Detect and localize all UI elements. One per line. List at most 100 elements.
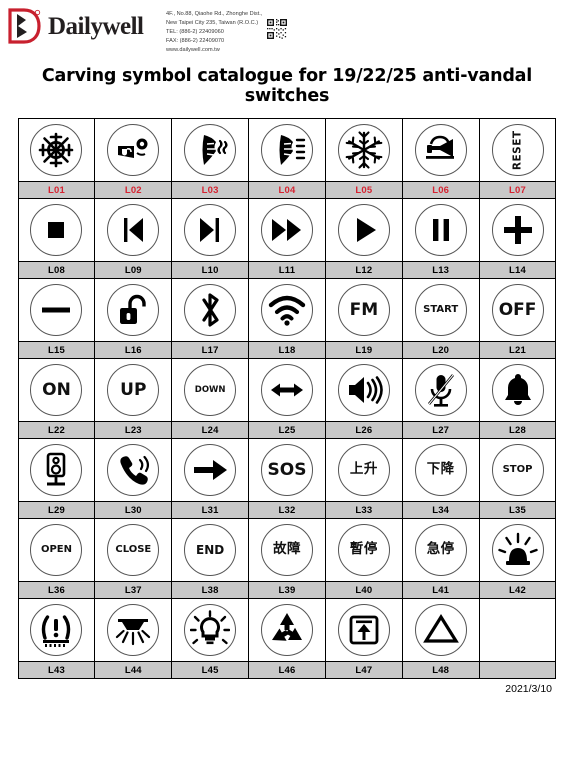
symbol-cell-l19[interactable]: FM bbox=[324, 278, 403, 342]
switch-cap-circle[interactable]: CLOSE bbox=[107, 524, 160, 576]
symbol-cell-l32[interactable]: SOS bbox=[248, 438, 326, 502]
symbol-cell-l18[interactable] bbox=[248, 278, 326, 342]
switch-cap-circle[interactable]: FM bbox=[337, 284, 390, 336]
symbol-cell-l29[interactable] bbox=[17, 438, 96, 502]
switch-cap-circle[interactable] bbox=[337, 124, 390, 176]
symbol-cell-l31[interactable] bbox=[171, 438, 250, 502]
switch-cap-circle[interactable] bbox=[261, 204, 313, 256]
symbol-cell-l28[interactable] bbox=[478, 358, 557, 422]
symbol-cell-l12[interactable] bbox=[324, 198, 403, 262]
switch-cap-circle[interactable] bbox=[184, 204, 237, 256]
open-text-icon: OPEN bbox=[40, 544, 72, 555]
switch-cap-circle[interactable]: RESET bbox=[491, 124, 544, 176]
switch-cap-circle[interactable] bbox=[337, 364, 390, 416]
switch-cap-circle[interactable] bbox=[261, 124, 313, 176]
switch-cap-circle[interactable]: OFF bbox=[491, 284, 544, 336]
switch-cap-circle[interactable]: STOP bbox=[491, 444, 544, 496]
switch-cap-circle[interactable]: ON bbox=[30, 364, 83, 416]
symbol-row bbox=[17, 198, 557, 262]
symbol-cell-l43[interactable] bbox=[17, 598, 96, 662]
switch-cap-circle[interactable] bbox=[30, 284, 83, 336]
symbol-cell-l06[interactable] bbox=[401, 118, 480, 182]
switch-cap-circle[interactable]: 故障 bbox=[261, 524, 313, 576]
ceiling-downlight-icon bbox=[113, 610, 153, 650]
switch-cap-circle[interactable]: OPEN bbox=[30, 524, 83, 576]
symbol-cell-l26[interactable] bbox=[324, 358, 403, 422]
switch-cap-circle[interactable] bbox=[30, 444, 83, 496]
symbol-cell-l23[interactable]: UP bbox=[94, 358, 173, 422]
symbol-cell-l35[interactable]: STOP bbox=[478, 438, 557, 502]
symbol-cell-l02[interactable] bbox=[94, 118, 173, 182]
symbol-cell-l40[interactable]: 暫停 bbox=[324, 518, 403, 582]
switch-cap-circle[interactable]: 上升 bbox=[337, 444, 390, 496]
symbol-cell-l08[interactable] bbox=[17, 198, 96, 262]
switch-cap-circle[interactable] bbox=[184, 444, 237, 496]
switch-cap-circle[interactable] bbox=[491, 524, 544, 576]
switch-cap-circle[interactable]: DOWN bbox=[184, 364, 237, 416]
switch-cap-circle[interactable] bbox=[30, 204, 83, 256]
symbol-cell-l30[interactable] bbox=[94, 438, 173, 502]
symbol-cell-l24[interactable]: DOWN bbox=[171, 358, 250, 422]
symbol-cell-l05[interactable] bbox=[324, 118, 403, 182]
symbol-cell-l36[interactable]: OPEN bbox=[17, 518, 96, 582]
switch-cap-circle[interactable] bbox=[261, 284, 313, 336]
symbol-cell-l09[interactable] bbox=[94, 198, 173, 262]
switch-cap-circle[interactable] bbox=[184, 284, 237, 336]
symbol-cell-l42[interactable] bbox=[478, 518, 557, 582]
symbol-cell-l17[interactable] bbox=[171, 278, 250, 342]
symbol-cell-l04[interactable] bbox=[248, 118, 326, 182]
switch-cap-circle[interactable] bbox=[261, 364, 313, 416]
switch-cap-circle[interactable] bbox=[107, 204, 160, 256]
switch-cap-circle[interactable] bbox=[414, 124, 467, 176]
symbol-cell-l20[interactable]: START bbox=[401, 278, 480, 342]
switch-cap-circle[interactable] bbox=[107, 124, 160, 176]
symbol-cell-l41[interactable]: 急停 bbox=[401, 518, 480, 582]
symbol-cell-l07[interactable]: RESET bbox=[478, 118, 557, 182]
symbol-cell-l03[interactable] bbox=[171, 118, 250, 182]
switch-cap-circle[interactable]: 下降 bbox=[414, 444, 467, 496]
symbol-cell-l39[interactable]: 故障 bbox=[248, 518, 326, 582]
switch-cap-circle[interactable] bbox=[184, 604, 237, 656]
symbol-cell-l22[interactable]: ON bbox=[17, 358, 96, 422]
symbol-cell-l13[interactable] bbox=[401, 198, 480, 262]
switch-cap-circle[interactable]: UP bbox=[107, 364, 160, 416]
switch-cap-circle[interactable] bbox=[337, 604, 390, 656]
switch-cap-circle[interactable] bbox=[261, 604, 313, 656]
symbol-cell-l01[interactable] bbox=[17, 118, 96, 182]
switch-cap-circle[interactable] bbox=[30, 604, 83, 656]
switch-cap-circle[interactable] bbox=[107, 284, 160, 336]
symbol-cell-l14[interactable] bbox=[478, 198, 557, 262]
switch-cap-circle[interactable]: 急停 bbox=[414, 524, 467, 576]
symbol-cell-l16[interactable] bbox=[94, 278, 173, 342]
switch-cap-circle[interactable] bbox=[30, 124, 83, 176]
switch-cap-circle[interactable] bbox=[491, 364, 544, 416]
switch-cap-circle[interactable]: START bbox=[414, 284, 467, 336]
switch-cap-circle[interactable] bbox=[337, 204, 390, 256]
switch-cap-circle[interactable]: 暫停 bbox=[337, 524, 390, 576]
switch-cap-circle[interactable] bbox=[414, 364, 467, 416]
symbol-cell-l45[interactable] bbox=[171, 598, 250, 662]
switch-cap-circle[interactable] bbox=[107, 444, 160, 496]
symbol-cell-l11[interactable] bbox=[248, 198, 326, 262]
symbol-cell-l21[interactable]: OFF bbox=[478, 278, 557, 342]
symbol-cell-l48[interactable] bbox=[401, 598, 480, 662]
switch-cap-circle[interactable] bbox=[414, 604, 467, 656]
symbol-cell-l46[interactable] bbox=[248, 598, 326, 662]
symbol-cell-l25[interactable] bbox=[248, 358, 326, 422]
symbol-cell-l44[interactable] bbox=[94, 598, 173, 662]
switch-cap-circle[interactable]: SOS bbox=[261, 444, 313, 496]
switch-cap-circle[interactable] bbox=[184, 124, 237, 176]
symbol-cell-l27[interactable] bbox=[401, 358, 480, 422]
switch-cap-circle[interactable]: END bbox=[184, 524, 237, 576]
switch-cap-circle[interactable] bbox=[414, 204, 467, 256]
symbol-cell-l37[interactable]: CLOSE bbox=[94, 518, 173, 582]
plus-icon bbox=[498, 210, 538, 250]
switch-cap-circle[interactable] bbox=[107, 604, 160, 656]
symbol-cell-l38[interactable]: END bbox=[171, 518, 250, 582]
symbol-cell-l10[interactable] bbox=[171, 198, 250, 262]
switch-cap-circle[interactable] bbox=[491, 204, 544, 256]
symbol-cell-l47[interactable] bbox=[324, 598, 403, 662]
symbol-cell-l33[interactable]: 上升 bbox=[324, 438, 403, 502]
symbol-cell-l34[interactable]: 下降 bbox=[401, 438, 480, 502]
symbol-cell-l15[interactable] bbox=[17, 278, 96, 342]
